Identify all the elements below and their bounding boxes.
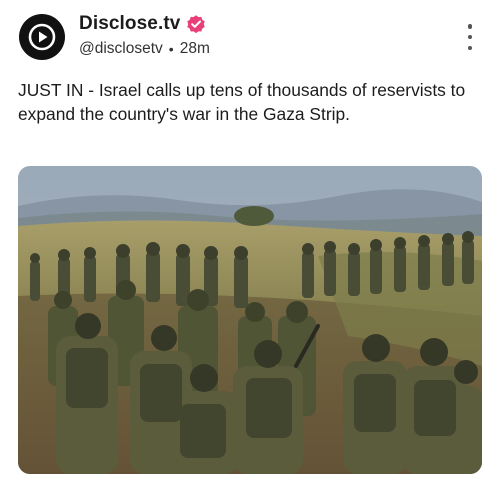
- verified-badge-icon: [187, 15, 206, 34]
- avatar[interactable]: [19, 14, 65, 60]
- soldiers-photo: [18, 166, 482, 474]
- handle[interactable]: @disclosetv: [79, 40, 163, 58]
- name-row: Disclose.tv: [79, 13, 207, 35]
- meta-row: @disclosetv • 28m: [79, 40, 210, 58]
- more-vertical-icon[interactable]: [464, 24, 476, 50]
- post-text: JUST IN - Israel calls up tens of thousa…: [18, 80, 466, 124]
- more-dot: [467, 34, 473, 40]
- post-card: Disclose.tv @disclosetv • 28m JUST IN - …: [0, 0, 500, 489]
- meta-separator: •: [168, 41, 174, 57]
- display-name[interactable]: Disclose.tv: [79, 13, 180, 35]
- timestamp[interactable]: 28m: [180, 40, 210, 58]
- more-dot: [467, 24, 473, 29]
- more-dot: [467, 45, 473, 50]
- play-icon: [28, 23, 56, 51]
- post-photo[interactable]: [18, 166, 482, 474]
